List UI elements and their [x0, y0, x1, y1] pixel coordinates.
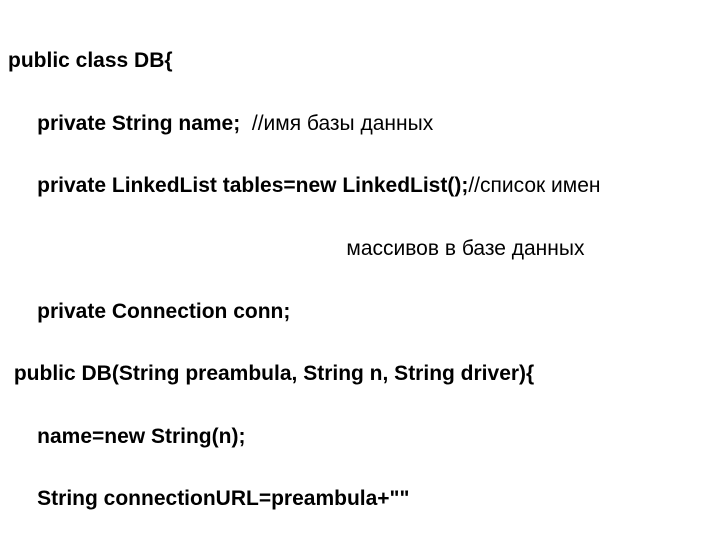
code-text: public DB(String preambula, String n, St…	[8, 362, 534, 385]
code-text: name=new String(n);	[8, 425, 245, 448]
code-text: private String name;	[8, 112, 252, 135]
code-line: public class DB{	[8, 45, 712, 76]
code-line: private Connection conn;	[8, 296, 712, 327]
code-comment: //список имен	[468, 174, 600, 197]
code-text: private Connection conn;	[8, 300, 290, 323]
code-text: public class DB{	[8, 49, 173, 72]
code-line: массивов в базе данных	[8, 233, 712, 264]
code-text: String connectionURL=preambula+""	[8, 487, 409, 510]
code-text: private LinkedList tables=new LinkedList…	[8, 174, 468, 197]
code-comment: //имя базы данных	[252, 112, 433, 135]
code-line: String connectionURL=preambula+""	[8, 483, 712, 514]
code-comment: массивов в базе данных	[8, 237, 584, 260]
code-line: public DB(String preambula, String n, St…	[8, 358, 712, 389]
code-line: name=new String(n);	[8, 421, 712, 452]
code-block: public class DB{ private String name; //…	[0, 0, 720, 540]
code-line: private String name; //имя базы данных	[8, 108, 712, 139]
code-line: private LinkedList tables=new LinkedList…	[8, 170, 712, 201]
